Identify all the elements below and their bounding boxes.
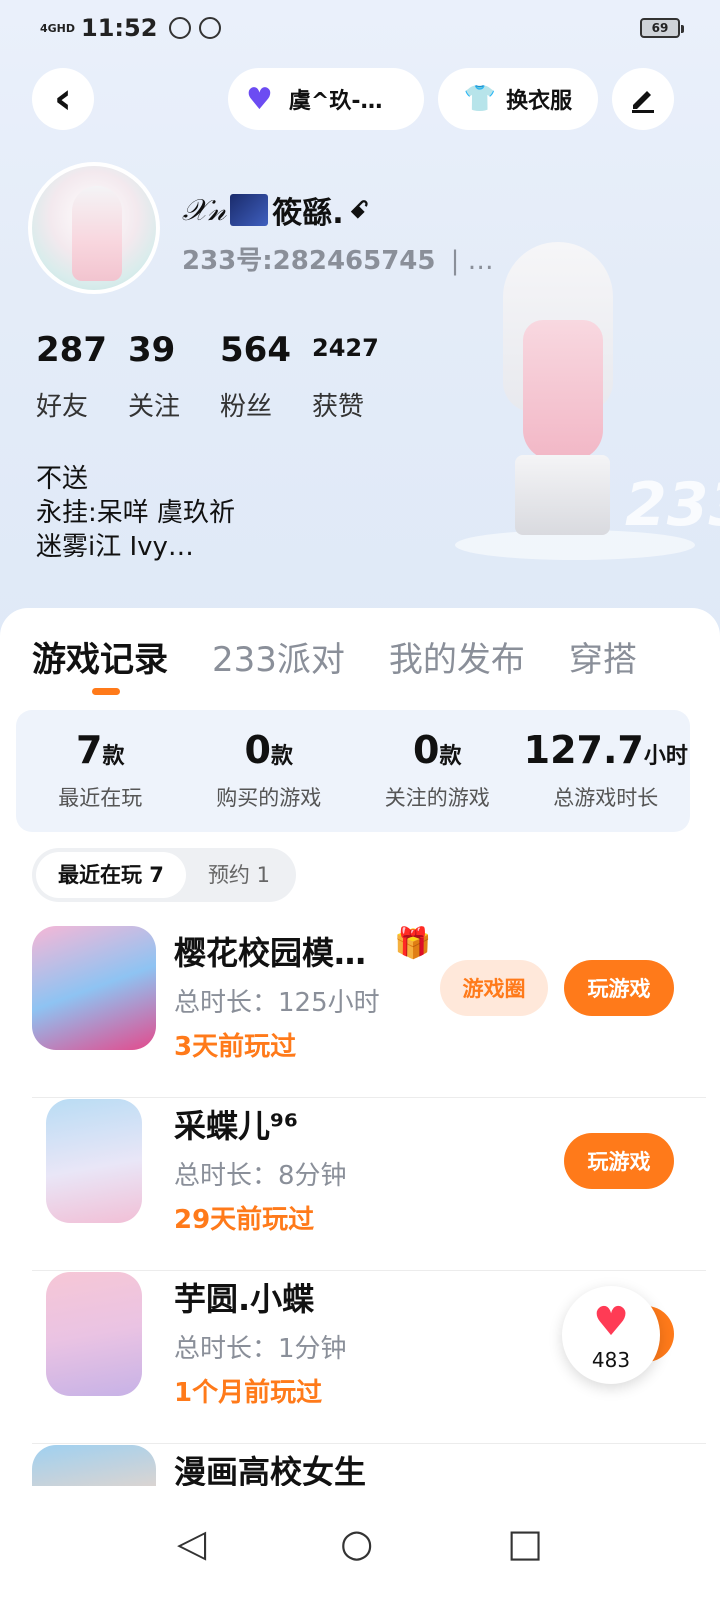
tab-game-records[interactable]: 游戏记录 — [32, 632, 168, 681]
summary-value: 7 — [76, 728, 103, 772]
stat-fans[interactable]: 564 粉丝 — [220, 330, 312, 423]
character-dress — [523, 320, 603, 460]
profile-tabs: 游戏记录 233派对 我的发布 穿搭 — [32, 632, 681, 681]
uid-text: 233号:282465745 — [182, 246, 436, 276]
game-last-played: 3天前玩过 — [174, 1032, 297, 1062]
back-button[interactable]: ‹ — [32, 68, 94, 130]
pencil-icon — [632, 91, 654, 113]
tab-233-party[interactable]: 233派对 — [212, 632, 345, 681]
summary-value: 0 — [413, 728, 440, 772]
stat-label: 关注 — [128, 392, 181, 422]
chat-icon — [169, 17, 192, 39]
play-game-button[interactable]: 玩游戏 — [564, 1133, 674, 1189]
filter-recent[interactable]: 最近在玩 7 — [36, 852, 186, 898]
heart-icon: ♥ — [593, 1299, 629, 1345]
stat-label: 粉丝 — [220, 392, 273, 422]
status-bar: 4GHD 11:52 69 — [40, 12, 684, 44]
filter-reserved[interactable]: 预约 1 — [186, 852, 292, 898]
bio: 不送 永挂:呆咩 虞玖祈 迷雾i江 Ivy… — [36, 462, 235, 564]
stat-label: 获赞 — [312, 392, 365, 422]
shirt-icon: 👕 — [463, 84, 497, 114]
profile-stats: 287 好友 39 关注 564 粉丝 2427 获赞 — [36, 330, 404, 423]
stat-value: 564 — [220, 330, 291, 370]
summary-total-time[interactable]: 127.7小时 总游戏时长 — [522, 710, 691, 832]
stat-value: 2427 — [312, 334, 379, 362]
game-title: 樱花校园模… — [174, 934, 367, 972]
stat-value: 39 — [128, 330, 176, 370]
list-item[interactable]: 樱花校园模… 🎁 总时长：125小时 3天前玩过 游戏圈 玩游戏 — [32, 926, 706, 1098]
summary-recent[interactable]: 7款 最近在玩 — [16, 710, 185, 832]
game-icon — [46, 1099, 142, 1223]
summary-followed[interactable]: 0款 关注的游戏 — [353, 710, 522, 832]
summary-label: 购买的游戏 — [216, 786, 322, 810]
deco-233: 233 — [625, 470, 720, 540]
bio-line: 迷雾i江 Ivy… — [36, 532, 194, 562]
game-icon — [46, 1272, 142, 1396]
like-count: 483 — [591, 1348, 631, 1372]
play-game-button[interactable]: 玩游戏 — [564, 960, 674, 1016]
stat-likes[interactable]: 2427 获赞 — [312, 330, 404, 423]
game-title: 采蝶儿⁹⁶ — [174, 1107, 299, 1145]
list-item[interactable]: 采蝶儿⁹⁶ 总时长：8分钟 29天前玩过 玩游戏 — [32, 1099, 706, 1271]
nav-home-icon[interactable]: ○ — [340, 1521, 373, 1565]
heart-icon: ♥ — [246, 81, 273, 117]
change-outfit-button[interactable]: 👕 换衣服 — [438, 68, 598, 130]
nickname-prefix: 𝒳𝓃 — [182, 192, 227, 228]
friend-pill-label: 虞^玖-… — [288, 89, 383, 114]
game-filter-toggle: 最近在玩 7 预约 1 — [32, 848, 296, 902]
tab-indicator — [92, 688, 120, 695]
gift-icon[interactable]: 🎁 — [394, 926, 431, 961]
game-icon — [32, 1445, 156, 1486]
game-duration: 总时长：1分钟 — [174, 1334, 347, 1364]
nickname-suffix: ꗃ — [349, 196, 369, 224]
tab-my-posts[interactable]: 我的发布 — [389, 632, 525, 681]
tab-outfits[interactable]: 穿搭 — [569, 632, 637, 681]
game-last-played: 1个月前玩过 — [174, 1378, 323, 1408]
nickname-text: 筱繇. — [272, 196, 344, 231]
summary-value: 127.7 — [523, 728, 644, 772]
game-duration: 总时长：125小时 — [174, 988, 380, 1018]
game-title: 芋圆.小蝶 — [174, 1280, 315, 1318]
friend-pill[interactable]: ♥ 虞^玖-… — [228, 68, 424, 130]
profile-header: 4GHD 11:52 69 ‹ ♥ 虞^玖-… 👕 换衣服 𝒳𝓃 筱繇. ꗃ 2… — [0, 0, 720, 650]
game-summary: 7款 最近在玩 0款 购买的游戏 0款 关注的游戏 127.7小时 总游戏时长 — [16, 710, 690, 832]
chevron-left-icon: ‹ — [53, 73, 73, 124]
user-id[interactable]: 233号:282465745 | … — [182, 240, 494, 277]
avatar[interactable] — [28, 162, 160, 294]
summary-unit: 小时 — [643, 744, 688, 769]
nickname: 𝒳𝓃 筱繇. ꗃ — [182, 188, 369, 232]
system-nav-bar: ◁ ○ □ — [0, 1486, 720, 1600]
game-icon — [32, 926, 156, 1050]
stat-friends[interactable]: 287 好友 — [36, 330, 128, 423]
summary-label: 总游戏时长 — [553, 786, 659, 810]
stat-following[interactable]: 39 关注 — [128, 330, 220, 423]
list-item[interactable]: 漫画高校女生 — [32, 1445, 706, 1486]
starry-flag-icon — [230, 194, 269, 226]
summary-purchased[interactable]: 0款 购买的游戏 — [185, 710, 354, 832]
app-icon — [199, 17, 222, 39]
battery-icon: 69 — [640, 18, 684, 38]
like-button[interactable]: ♥ 483 — [562, 1286, 660, 1384]
game-circle-button[interactable]: 游戏圈 — [440, 960, 548, 1016]
edit-button[interactable] — [612, 68, 674, 130]
summary-label: 最近在玩 — [58, 786, 143, 810]
stat-label: 好友 — [36, 392, 89, 422]
signal-icon: 4GHD — [40, 21, 76, 35]
summary-unit: 款 — [102, 744, 125, 769]
summary-unit: 款 — [270, 744, 293, 769]
bio-line: 永挂:呆咩 虞玖祈 — [36, 498, 236, 528]
summary-value: 0 — [244, 728, 271, 772]
clock: 11:52 — [81, 14, 158, 42]
character-boots — [515, 455, 610, 535]
summary-unit: 款 — [439, 744, 462, 769]
stat-value: 287 — [36, 330, 107, 370]
game-title: 漫画高校女生 — [174, 1453, 367, 1486]
nav-back-icon[interactable]: ◁ — [177, 1521, 206, 1565]
summary-label: 关注的游戏 — [384, 786, 490, 810]
bio-line: 不送 — [36, 464, 89, 494]
change-outfit-label: 换衣服 — [506, 89, 573, 114]
nav-recent-icon[interactable]: □ — [507, 1521, 543, 1565]
game-last-played: 29天前玩过 — [174, 1205, 315, 1235]
game-duration: 总时长：8分钟 — [174, 1161, 347, 1191]
